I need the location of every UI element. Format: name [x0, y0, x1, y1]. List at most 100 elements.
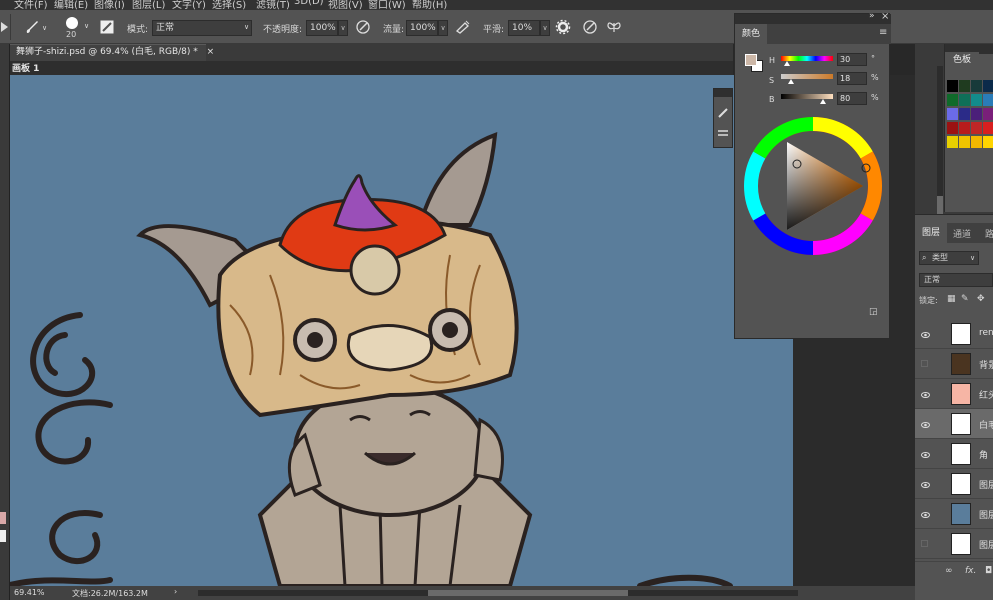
layer-row[interactable]: ren	[915, 319, 993, 349]
menu-item[interactable]: 编辑(E)	[54, 0, 88, 10]
fx-button[interactable]: fx.	[965, 566, 976, 576]
mode-select[interactable]: 正常	[152, 20, 252, 36]
mode-chevron-icon[interactable]: ∨	[244, 23, 249, 31]
brightness-value[interactable]: 80	[837, 92, 867, 105]
saturation-slider-thumb[interactable]	[788, 79, 794, 84]
swatch[interactable]	[959, 136, 970, 148]
layer-thumbnail[interactable]	[951, 353, 971, 375]
layer-thumbnail[interactable]	[951, 533, 971, 555]
menu-item[interactable]: 选择(S)	[212, 0, 246, 10]
menu-item[interactable]: 图层(L)	[132, 0, 165, 10]
clone-source-icon[interactable]	[717, 127, 729, 139]
canvas-artwork[interactable]	[10, 75, 793, 586]
brush-panel-toggle-icon[interactable]	[100, 20, 114, 34]
opacity-input[interactable]: 100%	[306, 20, 338, 36]
brush-size-preview[interactable]	[66, 17, 78, 29]
menu-item[interactable]: 图像(I)	[94, 0, 125, 10]
menu-item[interactable]: 窗口(W)	[368, 0, 406, 10]
visibility-eye-icon[interactable]	[921, 510, 930, 518]
artboard-label[interactable]: 画板 1	[12, 61, 39, 74]
tab-layers[interactable]: 图层	[915, 223, 947, 243]
menu-item[interactable]: 文件(F)	[14, 0, 48, 10]
visibility-eye-icon[interactable]	[921, 330, 930, 338]
smoothing-dropdown[interactable]: ∨	[540, 20, 550, 36]
menu-item[interactable]: 视图(V)	[328, 0, 363, 10]
panel-resize-icon[interactable]: ◲	[869, 307, 878, 317]
lock-paint-icon[interactable]: ✎	[961, 294, 969, 304]
layer-row[interactable]: 图层	[915, 529, 993, 559]
swatch[interactable]	[959, 122, 970, 134]
swatch[interactable]	[983, 136, 993, 148]
blend-mode-select[interactable]: 正常	[919, 273, 993, 287]
saturation-value[interactable]: 18	[837, 72, 867, 85]
menu-item[interactable]: 文字(Y)	[172, 0, 206, 10]
swatch[interactable]	[971, 136, 982, 148]
tab-channels[interactable]: 通道	[953, 227, 971, 240]
swatch[interactable]	[971, 80, 982, 92]
layer-row[interactable]: 角	[915, 439, 993, 469]
swatch[interactable]	[947, 80, 958, 92]
layer-row[interactable]: 白毛	[915, 409, 993, 439]
link-layers-icon[interactable]: ∞	[945, 566, 953, 576]
menu-item[interactable]: 帮助(H)	[412, 0, 447, 10]
layer-row[interactable]: 背景	[915, 349, 993, 379]
swatch[interactable]	[947, 122, 958, 134]
pressure-opacity-icon[interactable]	[355, 19, 371, 35]
tab-paths[interactable]: 路	[985, 227, 993, 240]
hue-value[interactable]: 30	[837, 53, 867, 66]
move-tool-icon[interactable]	[0, 20, 10, 34]
dock-scrollbar[interactable]	[937, 66, 943, 216]
tab-swatches[interactable]: 色板	[945, 52, 979, 69]
menu-item[interactable]: 3D(D)	[294, 0, 324, 7]
layer-thumbnail[interactable]	[951, 413, 971, 435]
layer-thumbnail[interactable]	[951, 443, 971, 465]
color-panel-header[interactable]: » ×	[735, 11, 891, 24]
scrollbar-thumb[interactable]	[428, 590, 628, 596]
swatch[interactable]	[947, 136, 958, 148]
layer-thumbnail[interactable]	[951, 503, 971, 525]
layer-row[interactable]: 红头	[915, 379, 993, 409]
layer-thumbnail[interactable]	[951, 383, 971, 405]
swatch[interactable]	[983, 122, 993, 134]
layer-thumbnail[interactable]	[951, 323, 971, 345]
swatch[interactable]	[959, 94, 970, 106]
visibility-eye-icon[interactable]	[921, 450, 930, 458]
visibility-eye-icon[interactable]	[921, 480, 930, 488]
color-wheel[interactable]	[743, 116, 883, 256]
panel-menu-icon[interactable]: ≡	[879, 27, 887, 38]
dock-scrollbar-thumb[interactable]	[937, 196, 943, 214]
swatch[interactable]	[971, 94, 982, 106]
add-mask-icon[interactable]: ◘	[985, 566, 992, 576]
brightness-slider-thumb[interactable]	[820, 99, 826, 104]
airbrush-icon[interactable]	[455, 19, 471, 35]
visibility-off-icon[interactable]	[921, 540, 928, 547]
horizontal-scrollbar[interactable]	[198, 590, 798, 596]
hue-slider-thumb[interactable]	[784, 61, 790, 66]
flow-dropdown[interactable]: ∨	[438, 20, 448, 36]
tab-color[interactable]: 颜色	[735, 24, 767, 44]
background-color-chip[interactable]	[0, 530, 6, 542]
swatch[interactable]	[947, 108, 958, 120]
smoothing-input[interactable]: 10%	[508, 20, 540, 36]
menu-item[interactable]: 滤镜(T)	[256, 0, 290, 10]
swatch[interactable]	[971, 108, 982, 120]
brush-settings-icon[interactable]	[717, 107, 729, 119]
swatch[interactable]	[959, 80, 970, 92]
document-tab[interactable]: 舞狮子-shizi.psd @ 69.4% (白毛, RGB/8) * ×	[10, 44, 214, 61]
foreground-swatch[interactable]	[745, 54, 757, 66]
symmetry-butterfly-icon[interactable]	[606, 19, 622, 35]
smoothing-settings-gear-icon[interactable]	[555, 19, 571, 35]
layer-thumbnail[interactable]	[951, 473, 971, 495]
visibility-eye-icon[interactable]	[921, 420, 930, 428]
lock-position-icon[interactable]: ✥	[977, 294, 985, 304]
swatch[interactable]	[983, 94, 993, 106]
lock-transparent-icon[interactable]: ▦	[947, 294, 956, 304]
layer-row[interactable]: 图层	[915, 499, 993, 529]
pressure-size-icon[interactable]	[582, 19, 598, 35]
visibility-off-icon[interactable]	[921, 360, 928, 367]
status-menu-arrow-icon[interactable]: ›	[174, 587, 177, 596]
brush-preset-chevron-icon[interactable]: ∨	[42, 24, 47, 32]
collapse-panel-icon[interactable]: »	[869, 11, 875, 21]
swatch[interactable]	[983, 80, 993, 92]
brush-size-chevron-icon[interactable]: ∨	[84, 22, 89, 30]
